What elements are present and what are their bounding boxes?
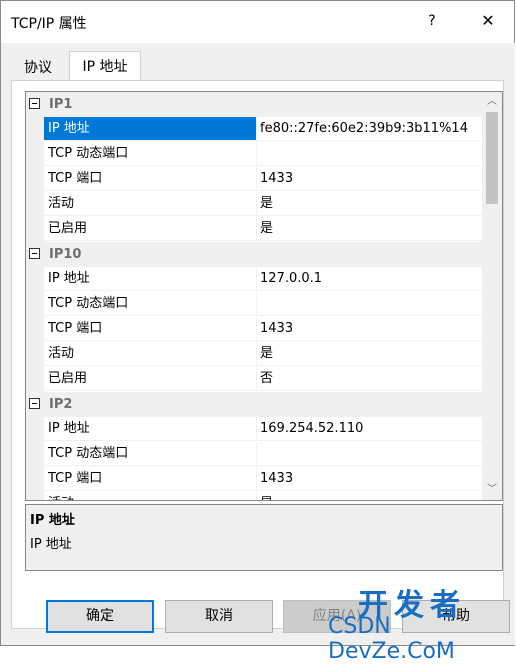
property-name[interactable]: TCP 动态端口 bbox=[44, 292, 257, 316]
property-row[interactable]: 活动是 bbox=[26, 192, 482, 217]
property-name[interactable]: TCP 端口 bbox=[44, 317, 257, 341]
vertical-scrollbar[interactable]: ︿ ﹀ bbox=[482, 92, 502, 500]
grid-category[interactable]: IP2 bbox=[26, 392, 482, 417]
cancel-button[interactable]: 取消 bbox=[165, 600, 273, 633]
property-name[interactable]: IP 地址 bbox=[44, 117, 257, 141]
property-value[interactable]: 否 bbox=[257, 367, 482, 391]
scroll-thumb[interactable] bbox=[486, 112, 498, 204]
property-value[interactable]: 127.0.0.1 bbox=[257, 267, 482, 291]
help-title-button[interactable]: ? bbox=[417, 7, 447, 35]
property-value[interactable] bbox=[257, 442, 482, 466]
category-label: IP10 bbox=[49, 247, 82, 262]
property-value[interactable]: 是 bbox=[257, 342, 482, 366]
collapse-icon[interactable] bbox=[29, 398, 40, 409]
property-name[interactable]: 活动 bbox=[44, 192, 257, 216]
property-name[interactable]: TCP 端口 bbox=[44, 167, 257, 191]
watermark: 开发者 CSDN DevZe.CoM bbox=[328, 580, 514, 664]
property-name[interactable]: TCP 动态端口 bbox=[44, 442, 257, 466]
property-row[interactable]: TCP 端口 1433 bbox=[26, 167, 482, 192]
window-title: TCP/IP 属性 bbox=[11, 16, 87, 32]
tab-protocol[interactable]: 协议 bbox=[11, 55, 65, 79]
title-bar[interactable]: TCP/IP 属性 ? ✕ bbox=[1, 1, 514, 43]
collapse-icon[interactable] bbox=[29, 248, 40, 259]
grid-category[interactable]: IP10 bbox=[26, 242, 482, 267]
property-value[interactable] bbox=[257, 142, 482, 166]
description-text: IP 地址 bbox=[30, 537, 72, 552]
property-name[interactable]: IP 地址 bbox=[44, 417, 257, 441]
property-value[interactable]: 是 bbox=[257, 492, 482, 500]
description-pane: IP 地址 IP 地址 bbox=[25, 504, 503, 571]
dialog-body: 协议 IP 地址 IP1 IP 地址 fe80::27fe:60e2:39b9:3b… bbox=[1, 43, 515, 645]
property-value[interactable]: 是 bbox=[257, 217, 482, 241]
property-row[interactable]: 已启用否 bbox=[26, 367, 482, 392]
property-row[interactable]: TCP 动态端口 bbox=[26, 292, 482, 317]
watermark-small-text: CSDN DevZe.CoM bbox=[328, 614, 455, 664]
category-label: IP1 bbox=[49, 97, 73, 112]
property-value[interactable]: 169.254.52.110 bbox=[257, 417, 482, 441]
property-name[interactable]: 活动 bbox=[44, 492, 257, 500]
property-grid-rows: IP1 IP 地址 fe80::27fe:60e2:39b9:3b11%14 TCP … bbox=[26, 92, 482, 500]
description-title: IP 地址 bbox=[30, 513, 75, 528]
close-button[interactable]: ✕ bbox=[471, 7, 505, 35]
scroll-down-icon[interactable]: ﹀ bbox=[482, 480, 502, 500]
property-row[interactable]: IP 地址 fe80::27fe:60e2:39b9:3b11%14 bbox=[26, 117, 482, 142]
property-row[interactable]: 已启用是 bbox=[26, 217, 482, 242]
category-label: IP2 bbox=[49, 397, 73, 412]
tab-panel: IP1 IP 地址 fe80::27fe:60e2:39b9:3b11%14 TCP … bbox=[11, 80, 504, 629]
property-row[interactable]: TCP 动态端口 bbox=[26, 442, 482, 467]
property-row[interactable]: TCP 端口 1433 bbox=[26, 467, 482, 492]
scroll-up-icon[interactable]: ︿ bbox=[482, 92, 502, 112]
property-row[interactable]: IP 地址 127.0.0.1 bbox=[26, 267, 482, 292]
property-name[interactable]: TCP 端口 bbox=[44, 467, 257, 491]
ok-button[interactable]: 确定 bbox=[46, 600, 154, 633]
property-value[interactable] bbox=[257, 292, 482, 316]
property-row[interactable]: IP 地址 169.254.52.110 bbox=[26, 417, 482, 442]
property-row[interactable]: 活动是 bbox=[26, 492, 482, 500]
property-name[interactable]: 活动 bbox=[44, 342, 257, 366]
property-name[interactable]: 已启用 bbox=[44, 217, 257, 241]
property-row[interactable]: TCP 动态端口 bbox=[26, 142, 482, 167]
dialog-window: TCP/IP 属性 ? ✕ 协议 IP 地址 IP1 IP 地址 fe80::27f… bbox=[0, 0, 515, 646]
property-value[interactable]: 1433 bbox=[257, 467, 482, 491]
grid-category[interactable]: IP1 bbox=[26, 92, 482, 117]
property-value[interactable]: 1433 bbox=[257, 167, 482, 191]
property-value[interactable]: 1433 bbox=[257, 317, 482, 341]
property-name[interactable]: TCP 动态端口 bbox=[44, 142, 257, 166]
property-grid[interactable]: IP1 IP 地址 fe80::27fe:60e2:39b9:3b11%14 TCP … bbox=[25, 91, 503, 501]
property-row[interactable]: 活动是 bbox=[26, 342, 482, 367]
property-value[interactable]: fe80::27fe:60e2:39b9:3b11%14 bbox=[257, 117, 482, 141]
tab-ip-address[interactable]: IP 地址 bbox=[69, 51, 141, 81]
property-value[interactable]: 是 bbox=[257, 192, 482, 216]
property-row[interactable]: TCP 端口 1433 bbox=[26, 317, 482, 342]
property-name[interactable]: 已启用 bbox=[44, 367, 257, 391]
property-name[interactable]: IP 地址 bbox=[44, 267, 257, 291]
collapse-icon[interactable] bbox=[29, 98, 40, 109]
